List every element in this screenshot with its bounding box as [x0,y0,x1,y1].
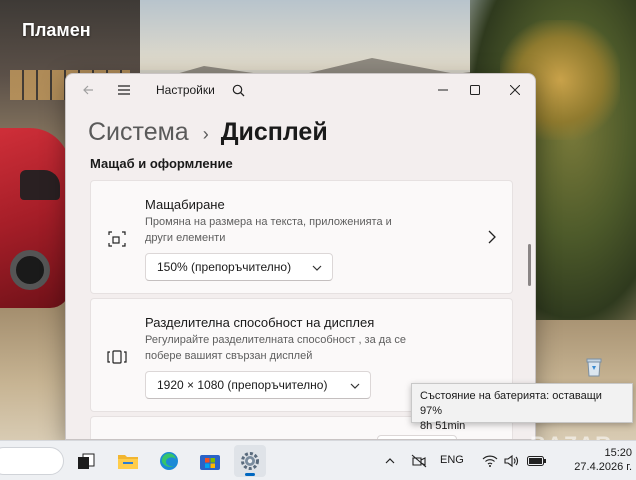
resolution-dropdown-value: 1920 × 1080 (препоръчително) [157,378,328,392]
desktop-user-name: Пламен [22,20,91,40]
folder-icon [118,455,138,469]
task-view-button[interactable] [70,445,102,477]
active-app-indicator [245,473,255,476]
task-view-icon [78,453,95,469]
input-language-indicator[interactable]: ENG [440,454,464,466]
recycle-bin-icon[interactable] [582,356,606,378]
close-icon [510,85,520,95]
chevron-down-icon [350,383,360,389]
back-button[interactable] [74,74,102,106]
scale-icon [107,229,127,249]
battery-icon [527,452,547,470]
chevron-down-icon [312,265,322,271]
breadcrumb: Система › Дисплей [88,118,328,147]
system-clock[interactable]: 15:20 27.4.2026 г. [556,446,632,474]
title-bar: Настройки [66,74,535,106]
battery-tooltip-status: Състояние на батерията: оставащи 97% [420,390,602,417]
clock-time: 15:20 [604,447,632,459]
edge-browser-button[interactable] [153,445,185,477]
battery-tooltip: Състояние на батерията: оставащи 97% 8h … [411,383,633,432]
microsoft-store-button[interactable] [194,445,226,477]
navigation-menu-button[interactable] [110,74,138,106]
taskbar: ENG 15:20 27.4.2026 г. [0,440,636,480]
chevron-up-icon [385,458,395,464]
settings-app-button[interactable] [234,445,266,477]
close-button[interactable] [499,74,531,106]
breadcrumb-chevron-icon: › [202,124,209,144]
taskbar-search-box[interactable] [0,447,64,475]
window-title: Настройки [156,83,215,97]
wallpaper-car-wheel [10,250,50,290]
wallpaper-sky [140,0,500,70]
minimize-button[interactable] [427,74,459,106]
resolution-title: Разделителна способност на дисплея [145,315,375,330]
show-hidden-icons-button[interactable] [381,452,399,470]
file-explorer-button[interactable] [112,445,144,477]
resolution-dropdown[interactable]: 1920 × 1080 (препоръчително) [145,371,371,399]
scaling-description: Промяна на размера на текста, приложения… [145,216,392,244]
scaling-dropdown[interactable]: 150% (препоръчително) [145,253,333,281]
maximize-button[interactable] [459,74,491,106]
volume-icon [503,452,521,470]
scaling-dropdown-value: 150% (препоръчително) [157,260,292,274]
edge-icon [160,452,178,470]
store-icon [200,455,220,470]
search-icon [232,84,244,96]
wallpaper-car-window [20,170,60,200]
video-off-icon [411,454,427,468]
wifi-icon [481,452,499,470]
clock-date: 27.4.2026 г. [574,461,632,473]
scaling-card[interactable]: Мащабиране Промяна на размера на текста,… [90,180,513,294]
hamburger-icon [118,85,130,95]
scaling-title: Мащабиране [145,197,225,212]
resolution-description: Регулирайте разделителната способност , … [145,334,406,362]
breadcrumb-system-link[interactable]: Система [88,118,189,147]
back-arrow-icon [83,85,93,95]
minimize-icon [438,89,448,91]
resolution-icon [107,347,127,367]
chevron-right-icon[interactable] [484,229,500,245]
maximize-icon [470,85,480,95]
search-button[interactable] [226,74,250,106]
meet-button[interactable] [410,452,428,470]
section-heading: Мащаб и оформление [90,156,233,171]
gear-icon [241,452,259,470]
scrollbar-thumb[interactable] [528,244,531,286]
page-title: Дисплей [220,118,328,146]
